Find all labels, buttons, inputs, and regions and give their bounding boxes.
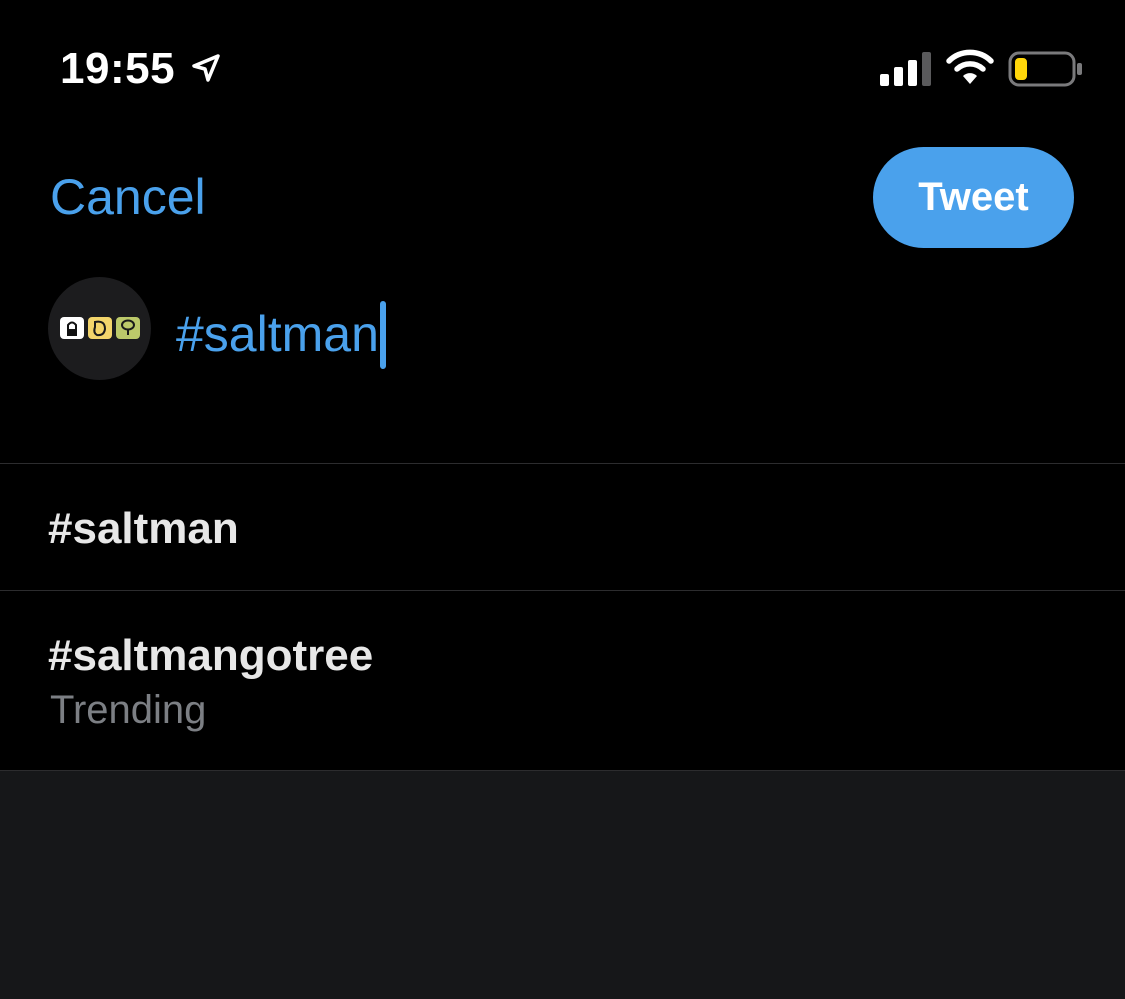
keyboard-area-placeholder	[0, 771, 1125, 999]
suggestion-title: #saltman	[48, 504, 239, 553]
salt-shaker-icon	[60, 317, 84, 339]
tweet-button-label: Tweet	[918, 175, 1029, 219]
wifi-icon	[946, 48, 994, 86]
mango-icon	[88, 317, 112, 339]
tweet-text-input[interactable]: #saltman	[176, 300, 386, 369]
status-time: 19:55	[60, 44, 176, 93]
hashtag-suggestion-item[interactable]: #saltman	[0, 464, 1125, 590]
text-caret	[379, 301, 386, 369]
suggestion-title: #saltmangotree	[48, 631, 374, 680]
tree-icon	[116, 317, 140, 339]
cellular-signal-icon	[880, 52, 934, 86]
cancel-button[interactable]: Cancel	[50, 168, 206, 226]
suggestion-subtitle: Trending	[50, 688, 207, 732]
battery-icon	[1008, 50, 1084, 88]
status-bar: 19:55	[0, 0, 1125, 140]
tweet-button[interactable]: Tweet	[873, 147, 1074, 248]
location-arrow-icon	[190, 52, 222, 84]
avatar[interactable]	[48, 277, 151, 380]
tweet-text-value: #saltman	[176, 306, 379, 362]
hashtag-suggestion-item[interactable]: #saltmangotree Trending	[0, 591, 1125, 770]
